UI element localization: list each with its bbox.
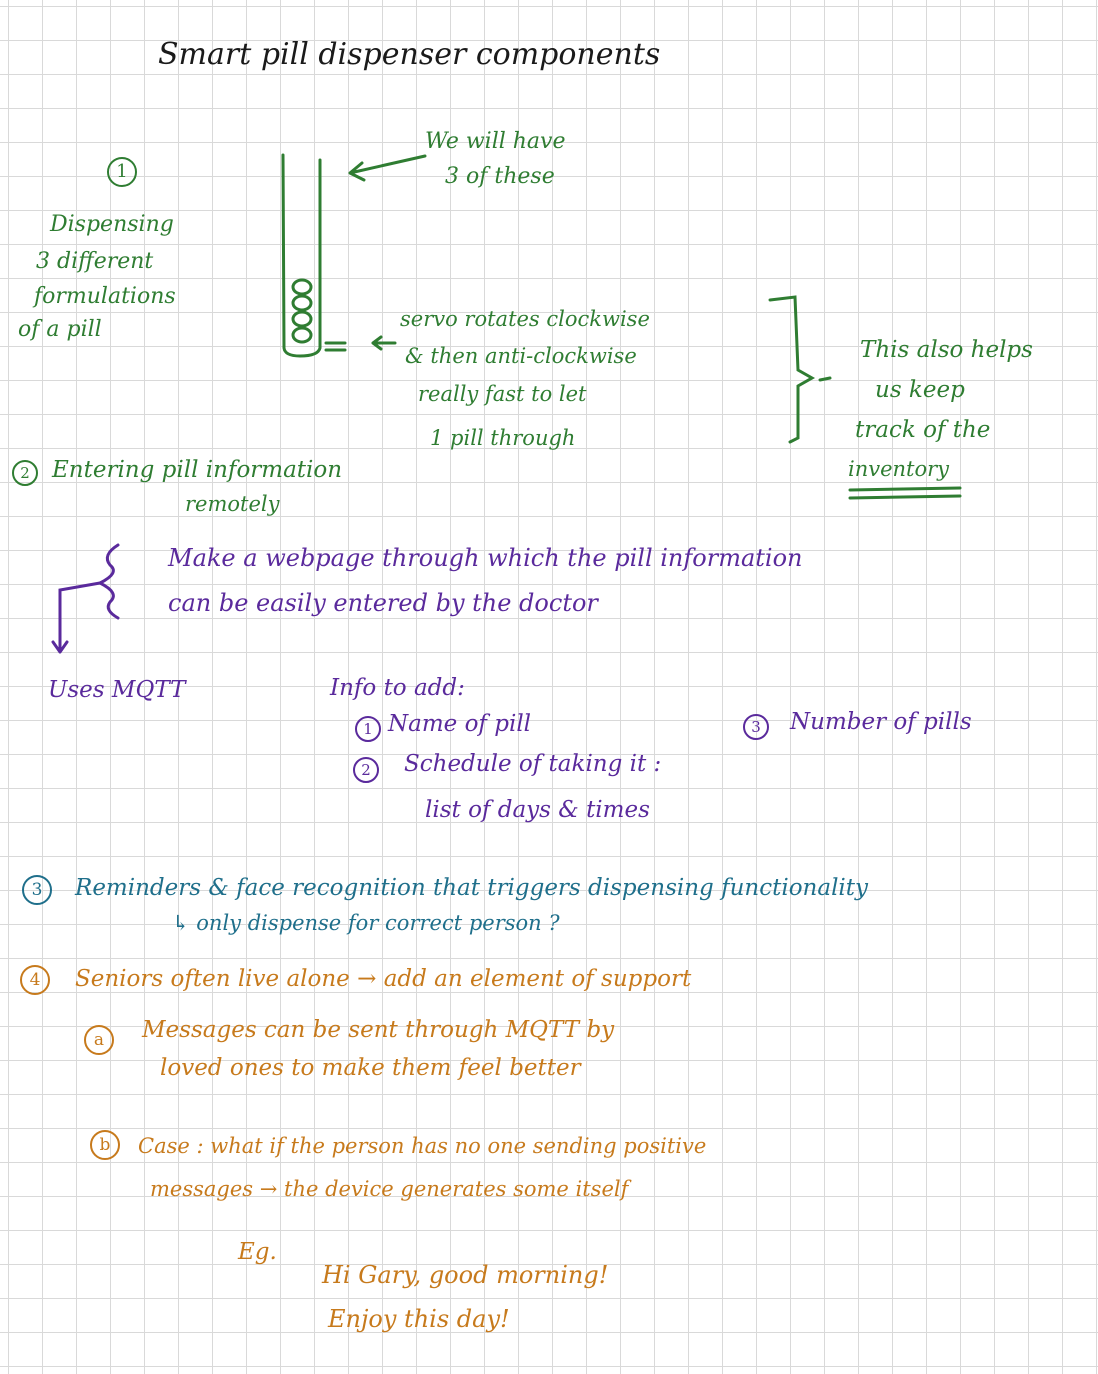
section-2-number: 2: [12, 460, 38, 486]
webpage-line-2: can be easily entered by the doctor: [168, 589, 598, 617]
item-2-number: 2: [353, 757, 379, 783]
point-b-line-2: messages → the device generates some its…: [150, 1177, 629, 1201]
item-2-text-line-1: Schedule of taking it :: [404, 751, 662, 777]
info-title: Info to add:: [330, 675, 465, 701]
item-2-text-line-2: list of days & times: [425, 797, 650, 823]
section-4-line-1: Seniors often live alone → add an elemen…: [75, 966, 692, 992]
section-3-line-2: ↳ only dispense for correct person ?: [172, 911, 560, 935]
item-1-text: Name of pill: [388, 711, 532, 737]
example-label: Eg.: [238, 1239, 277, 1265]
item-3-number: 3: [743, 714, 769, 740]
point-b-letter: b: [90, 1130, 120, 1160]
point-a-line-2: loved ones to make them feel better: [160, 1055, 581, 1081]
section-4-number: 4: [20, 965, 50, 995]
section-2-heading-line-1: Entering pill information: [52, 457, 343, 483]
section-3-number: 3: [22, 875, 52, 905]
point-b-line-1: Case : what if the person has no one sen…: [138, 1134, 707, 1158]
section-3-line-1: Reminders & face recognition that trigge…: [75, 875, 869, 901]
mqtt-note: Uses MQTT: [48, 677, 186, 703]
item-1-number: 1: [355, 716, 381, 742]
section-2-heading-line-2: remotely: [185, 492, 280, 516]
example-line-2: Enjoy this day!: [328, 1305, 510, 1333]
webpage-line-1: Make a webpage through which the pill in…: [168, 544, 803, 572]
example-line-1: Hi Gary, good morning!: [322, 1261, 609, 1289]
point-a-letter: a: [84, 1025, 114, 1055]
item-3-text: Number of pills: [790, 709, 972, 735]
point-a-line-1: Messages can be sent through MQTT by: [142, 1017, 615, 1043]
